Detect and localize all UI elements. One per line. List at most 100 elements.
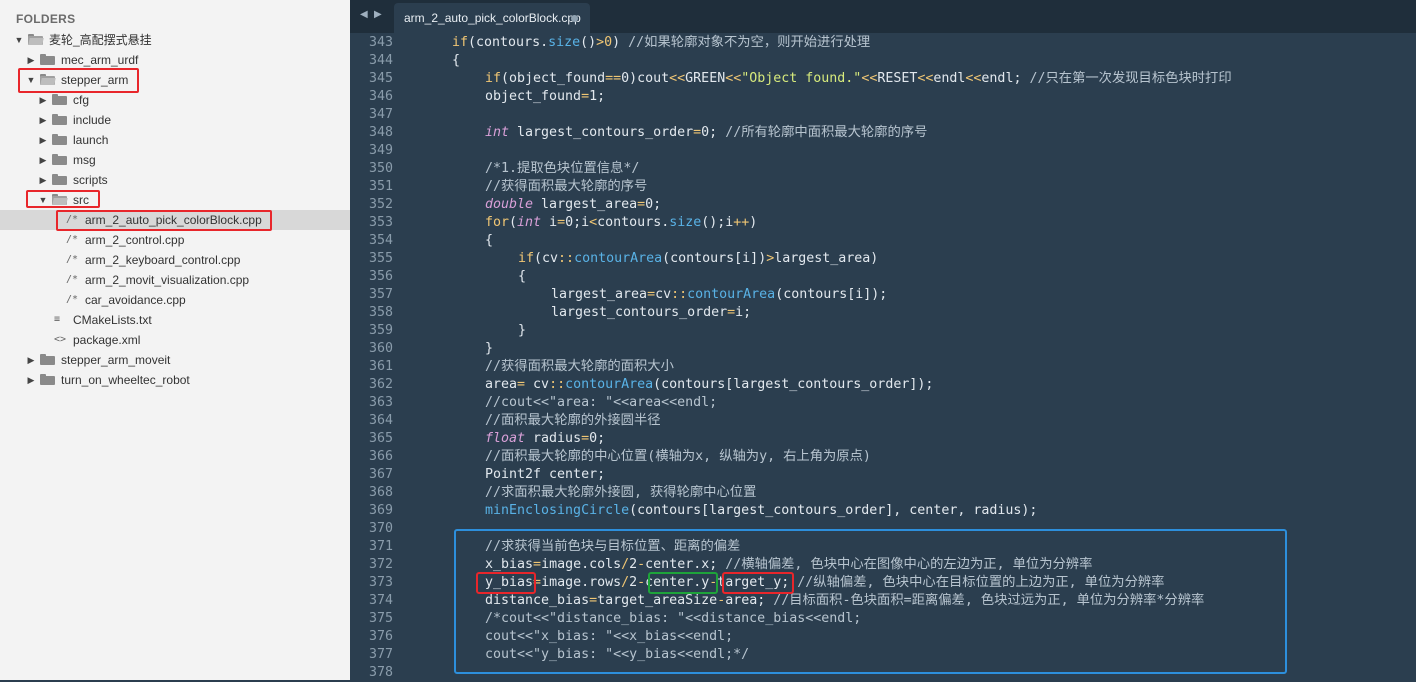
code-text: //面积最大轮廓的外接圆半径	[485, 412, 661, 430]
code-token: //获得面积最大轮廓的序号	[485, 179, 648, 194]
code-token: {	[452, 53, 461, 68]
code-token: )	[749, 215, 758, 230]
tree-file-package-xml[interactable]: <> package.xml	[0, 330, 350, 350]
highlight-center-y	[648, 572, 718, 594]
line-number: 344	[368, 53, 393, 68]
tree-file-arm-2-keyboard-control-cpp[interactable]: /* arm_2_keyboard_control.cpp	[0, 250, 350, 270]
code-text: float radius=0;	[485, 430, 605, 448]
line-number: 360	[368, 341, 393, 356]
code-line[interactable]: 355 if(cv::contourArea(contours[i])>large…	[350, 250, 1416, 268]
code-text: {	[452, 52, 460, 70]
code-text: largest_area=cv::contourArea(contours[i]…	[551, 286, 887, 304]
code-token: (	[468, 35, 477, 50]
code-line[interactable]: 359}	[350, 322, 1416, 340]
code-token: 1;	[589, 89, 606, 104]
code-line[interactable]: 362 area= cv::contourArea(contours[larges…	[350, 376, 1416, 394]
code-token: =	[557, 215, 566, 230]
code-token: if	[452, 35, 469, 50]
code-text: largest_contours_order=i;	[551, 304, 751, 322]
tree-folder--[interactable]: ▼ 麦轮_高配摆式悬挂	[0, 30, 350, 50]
nav-left-icon[interactable]: ◀	[360, 9, 368, 20]
code-token: largest_area	[533, 197, 638, 212]
code-text: if(contours.size()>0) //如果轮廓对象不为空，则开始进行处…	[452, 34, 870, 52]
tree-folder-scripts[interactable]: ▶ scripts	[0, 170, 350, 190]
collapsed-arrow-icon[interactable]: ▶	[38, 150, 48, 170]
line-number: 367	[368, 467, 393, 482]
code-line[interactable]: 354 {	[350, 232, 1416, 250]
code-token: 0;i	[565, 215, 590, 230]
code-token: }	[485, 341, 494, 356]
code-line[interactable]: 368 //求面积最大轮廓外接圆, 获得轮廓中心位置	[350, 484, 1416, 502]
code-token: //cout<<"area: "<<area<<endl;	[485, 395, 718, 410]
code-token: size	[548, 35, 581, 50]
code-token: ++	[733, 215, 750, 230]
nav-right-icon[interactable]: ▶	[374, 9, 382, 20]
tree-folder-msg[interactable]: ▶ msg	[0, 150, 350, 170]
code-line[interactable]: 352 double largest_area=0;	[350, 196, 1416, 214]
code-line[interactable]: 345 if(object_found==0)cout<<GREEN<<"Obje…	[350, 70, 1416, 88]
code-line[interactable]: 360}	[350, 340, 1416, 358]
collapsed-arrow-icon[interactable]: ▶	[26, 370, 36, 390]
code-line[interactable]: 366 //面积最大轮廓的中心位置(横轴为x, 纵轴为y, 右上角为原点)	[350, 448, 1416, 466]
code-line[interactable]: 351 //获得面积最大轮廓的序号	[350, 178, 1416, 196]
code-token: ==	[605, 71, 622, 86]
code-token: ();i	[701, 215, 734, 230]
code-token: contourArea	[574, 251, 663, 266]
expanded-arrow-icon[interactable]: ▼	[14, 30, 24, 50]
code-line[interactable]: 363 //cout<<"area: "<<area<<endl;	[350, 394, 1416, 412]
collapsed-arrow-icon[interactable]: ▶	[26, 50, 36, 70]
tree-file-car-avoidance-cpp[interactable]: /* car_avoidance.cpp	[0, 290, 350, 310]
code-line[interactable]: 353 for(int i=0;i<contours.size();i++)	[350, 214, 1416, 232]
code-token: (contours[i])	[662, 251, 767, 266]
code-token: //如果轮廓对象不为空，则开始进行处理	[628, 35, 871, 50]
code-text: //获得面积最大轮廓的序号	[485, 178, 647, 196]
code-line[interactable]: 347	[350, 106, 1416, 124]
collapsed-arrow-icon[interactable]: ▶	[38, 90, 48, 110]
tree-folder-include[interactable]: ▶ include	[0, 110, 350, 130]
tree-folder-mec-arm-urdf[interactable]: ▶ mec_arm_urdf	[0, 50, 350, 70]
code-line[interactable]: 356 {	[350, 268, 1416, 286]
collapsed-arrow-icon[interactable]: ▶	[38, 110, 48, 130]
code-line[interactable]: 357 largest_area=cv::contourArea(contours…	[350, 286, 1416, 304]
code-token: ()	[580, 35, 597, 50]
highlight-target-y	[722, 572, 794, 594]
tree-folder-cfg[interactable]: ▶ cfg	[0, 90, 350, 110]
tree-file-cmakelists-txt[interactable]: ≡ CMakeLists.txt	[0, 310, 350, 330]
code-token: {	[518, 269, 527, 284]
code-token: cv	[655, 287, 672, 302]
collapsed-arrow-icon[interactable]: ▶	[26, 350, 36, 370]
tree-folder-turn-on-wheeltec-robot[interactable]: ▶ turn_on_wheeltec_robot	[0, 370, 350, 390]
tree-folder-launch[interactable]: ▶ launch	[0, 130, 350, 150]
code-line[interactable]: 365 float radius=0;	[350, 430, 1416, 448]
code-line[interactable]: 364 //面积最大轮廓的外接圆半径	[350, 412, 1416, 430]
tree-file-arm-2-control-cpp[interactable]: /* arm_2_control.cpp	[0, 230, 350, 250]
code-line[interactable]: 361 //获得面积最大轮廓的面积大小	[350, 358, 1416, 376]
tree-file-arm-2-movit-visualization-cpp[interactable]: /* arm_2_movit_visualization.cpp	[0, 270, 350, 290]
code-line[interactable]: 350 /*1.提取色块位置信息*/	[350, 160, 1416, 178]
code-line[interactable]: 358 largest_contours_order=i;	[350, 304, 1416, 322]
code-token: contours.	[597, 215, 670, 230]
code-line[interactable]: 348 int largest_contours_order=0; //所有轮廓中…	[350, 124, 1416, 142]
code-line[interactable]: 369 minEnclosingCircle(contours[largest_c…	[350, 502, 1416, 520]
code-token: int	[517, 215, 542, 230]
code-token: contourArea	[565, 377, 654, 392]
xml-file-icon: <>	[54, 334, 67, 345]
line-number: 347	[368, 107, 393, 122]
code-line[interactable]: 344 {	[350, 52, 1416, 70]
tree-folder-stepper-arm-moveit[interactable]: ▶ stepper_arm_moveit	[0, 350, 350, 370]
collapsed-arrow-icon[interactable]: ▶	[38, 130, 48, 150]
code-line[interactable]: 349	[350, 142, 1416, 160]
line-number: 366	[368, 449, 393, 464]
code-line[interactable]: 346 object_found=1;	[350, 88, 1416, 106]
text-file-icon: ≡	[54, 314, 61, 325]
unsaved-dot-icon[interactable]	[571, 15, 578, 22]
code-token: //只在第一次发现目标色块时打印	[1029, 71, 1232, 86]
line-number: 362	[368, 377, 393, 392]
code-line[interactable]: 367 Point2f center;	[350, 466, 1416, 484]
code-token: =	[581, 431, 590, 446]
tab-active-file[interactable]: arm_2_auto_pick_colorBlock.cpp	[394, 3, 590, 33]
collapsed-arrow-icon[interactable]: ▶	[38, 170, 48, 190]
code-line[interactable]: 343 if(contours.size()>0) //如果轮廓对象不为空，则开始…	[350, 34, 1416, 52]
code-token: 0;	[701, 125, 726, 140]
code-token: >0	[596, 35, 613, 50]
